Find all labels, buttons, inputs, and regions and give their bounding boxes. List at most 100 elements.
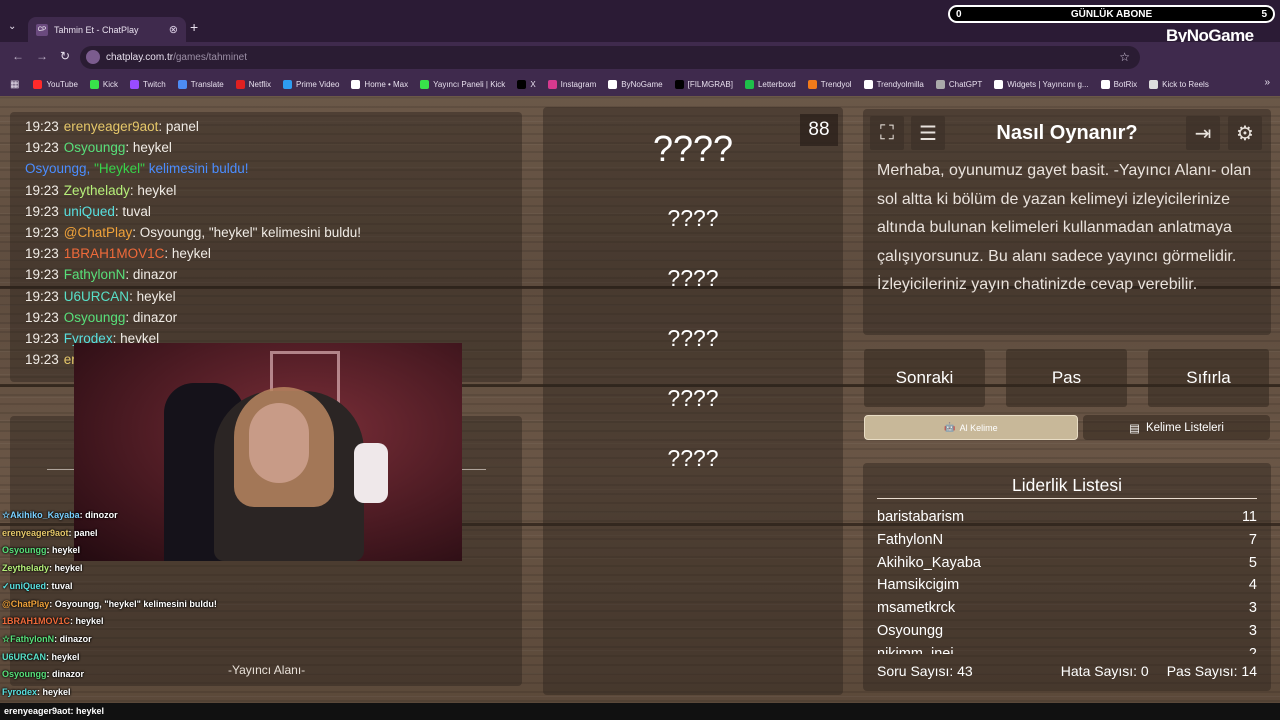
overlay-chat-message: Osyoungg: dinazor — [2, 669, 85, 680]
tab-tahmin-et[interactable]: CP Tahmin Et - ChatPlay ⊗ — [28, 17, 186, 42]
chat-username[interactable]: 1BRAH1MOV1C — [64, 246, 165, 261]
chat-message: 19:23 Zeythelady: heykel — [25, 182, 177, 198]
chat-time: 19:23 — [25, 288, 59, 304]
bookmark-label: X — [530, 79, 536, 89]
leaderboard-row: Hamsikcigim 4 — [877, 574, 1257, 597]
bookmark-item[interactable]: Netflix — [235, 79, 271, 89]
bookmark-item[interactable]: Letterboxd — [744, 79, 796, 89]
reset-button[interactable]: Sıfırla — [1148, 349, 1269, 407]
bookmark-label: Kick — [102, 79, 119, 89]
user-badge-icon: ☆ — [2, 633, 11, 644]
bookmark-label: Trendyol — [820, 79, 852, 89]
forward-arrow-icon[interactable]: → — [36, 49, 48, 63]
player-name: FathylonN — [877, 531, 944, 548]
leaderboard-row: FathylonN 7 — [877, 529, 1257, 552]
bookmark-item[interactable]: [FILMGRAB] — [674, 79, 733, 89]
bookmark-label: Letterboxd — [757, 79, 796, 89]
chat-text: heykel — [132, 140, 172, 156]
bookmark-item[interactable]: Kick to Reels — [1149, 79, 1209, 89]
address-bar[interactable]: chatplay.com.tr/games/tahminet ☆ — [80, 46, 1140, 69]
pass-count: Pas Sayısı: 14 — [1166, 663, 1257, 679]
bookmark-item[interactable]: Yayıncı Paneli | Kick — [420, 79, 505, 89]
player-score: 4 — [1248, 577, 1257, 594]
bookmark-item[interactable]: Instagram — [547, 79, 596, 89]
player-score: 3 — [1248, 622, 1257, 639]
leaderboard-row: msametkrck 3 — [877, 597, 1257, 620]
close-tab-icon[interactable]: ⊗ — [169, 23, 178, 36]
new-tab-plus-icon[interactable]: + — [190, 19, 198, 35]
bookmark-favicon-icon — [547, 79, 557, 89]
overlay-text: dinozor — [85, 510, 118, 520]
chat-system-message: Osyoungg, "Heykel" kelimesini buldu! — [25, 158, 507, 179]
chat-username[interactable]: U6URCAN — [64, 289, 129, 304]
bookmark-favicon-icon — [863, 79, 873, 89]
reload-icon[interactable]: ↻ — [60, 49, 70, 63]
player-name: baristabarism — [877, 509, 965, 525]
bookmark-item[interactable]: Prime Video — [282, 79, 340, 89]
overlay-username: FathylonN — [10, 633, 55, 644]
player-score: 2 — [1248, 645, 1257, 654]
hidden-word-slot: ???? — [667, 265, 719, 291]
chat-text: dinazor — [132, 309, 178, 325]
chat-username[interactable]: Osyoungg — [64, 310, 126, 325]
chat-message: 19:23 Osyoungg: heykel — [25, 140, 172, 156]
bookmark-favicon-icon — [351, 79, 361, 89]
leaderboard-list[interactable]: baristabarism 11 FathylonN 7 Akihiko_Kayaba 5… — [877, 506, 1257, 654]
chat-username[interactable]: FathylonN — [64, 267, 126, 282]
bookmark-favicon-icon — [33, 79, 43, 89]
ai-word-button[interactable]: 🤖 Al Kelime — [864, 415, 1078, 440]
bookmark-item[interactable]: Trendyol — [807, 79, 852, 89]
overlay-text: heykel — [42, 687, 71, 698]
overlay-text: heykel — [54, 563, 83, 574]
chat-username[interactable]: erenyeager9aot — [64, 119, 159, 134]
bookmark-item[interactable]: Twitch — [130, 79, 166, 89]
overlay-text: Osyoungg, "heykel" kelimesini buldu! — [54, 598, 217, 609]
bookmark-item[interactable]: Trendyolmilla — [863, 79, 924, 89]
bookmark-item[interactable]: BotRix — [1100, 79, 1137, 89]
bookmark-item[interactable]: Translate — [177, 79, 224, 89]
bookmark-item[interactable]: Kick — [89, 79, 119, 89]
chat-username[interactable]: Osyoungg — [64, 140, 126, 155]
bookmark-label: Prime Video — [295, 79, 340, 89]
chat-username[interactable]: @ChatPlay — [64, 225, 132, 240]
site-info-icon[interactable] — [86, 50, 100, 64]
divider — [460, 469, 486, 470]
robot-icon: 🤖 — [944, 422, 956, 432]
bookmark-star-icon[interactable]: ☆ — [1119, 50, 1130, 64]
word-lists-button[interactable]: ▤ Kelime Listeleri — [1083, 415, 1270, 440]
tab-search-chevron-icon[interactable]: ⌄ — [8, 21, 16, 32]
bookmark-favicon-icon — [807, 79, 817, 89]
chat-time: 19:23 — [25, 203, 59, 219]
back-arrow-icon[interactable]: ← — [12, 49, 24, 63]
leaderboard-row: Osyoungg 3 — [877, 620, 1257, 643]
player-name: msametkrck — [877, 600, 956, 617]
bookmark-item[interactable]: ChatGPT — [935, 79, 982, 89]
chat-text: heykel — [171, 246, 211, 262]
next-button[interactable]: Sonraki — [864, 349, 985, 407]
stream-chat-overlay: ☆Akihiko_Kayaba: dinozor erenyeager9aot: … — [2, 507, 302, 702]
apps-grid-icon[interactable]: ▦ — [10, 79, 19, 90]
found-word: "Heykel" — [94, 161, 145, 177]
bookmark-item[interactable]: YouTube — [33, 79, 78, 89]
chat-message: 19:23 1BRAH1MOV1C: heykel — [25, 246, 211, 262]
chat-username[interactable]: Zeythelady — [64, 183, 130, 198]
chat-message: 19:23 erenyeager9aot: panel — [25, 119, 199, 134]
bookmark-favicon-icon — [130, 79, 140, 89]
overlay-username: uniQued — [9, 580, 47, 591]
ai-word-label: Al Kelime — [959, 422, 998, 433]
chat-time: 19:23 — [25, 352, 59, 368]
bookmark-item[interactable]: Home • Max — [351, 79, 408, 89]
bookmarks-overflow-icon[interactable]: » — [1264, 77, 1270, 88]
overlay-text: heykel — [52, 545, 81, 556]
chat-message: 19:23 uniQued: tuval — [25, 203, 151, 219]
bookmark-item[interactable]: X — [517, 79, 536, 89]
chat-message: 19:23 Osyoungg: dinazor — [25, 309, 178, 325]
chat-username[interactable]: uniQued — [64, 204, 115, 219]
chat-text: dinazor — [132, 267, 178, 283]
bookmark-item[interactable]: Widgets | Yayıncını g... — [994, 79, 1089, 89]
overlay-chat-message: U6URCAN: heykel — [2, 651, 80, 662]
bookmark-item[interactable]: ByNoGame — [608, 79, 663, 89]
pass-button[interactable]: Pas — [1006, 349, 1127, 407]
bookmark-label: ByNoGame — [621, 79, 663, 89]
url-path: /games/tahminet — [173, 52, 247, 63]
